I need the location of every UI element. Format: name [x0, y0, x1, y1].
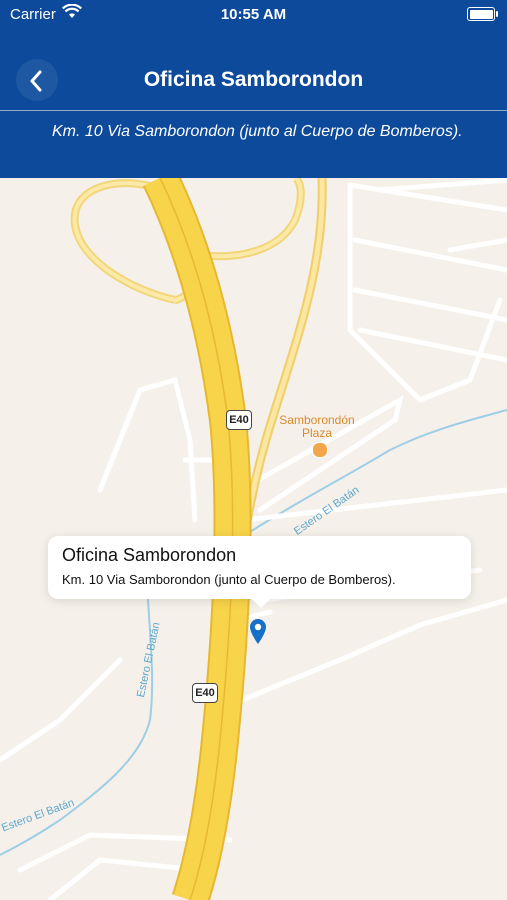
- callout-title: Oficina Samborondon: [62, 545, 237, 565]
- shopping-icon[interactable]: [312, 442, 328, 458]
- navigation-bar: Oficina Samborondon: [0, 52, 507, 110]
- callout-subtitle: Km. 10 Via Samborondon (junto al Cuerpo …: [62, 572, 396, 587]
- poi-label: Samborondón Plaza: [262, 414, 372, 440]
- highway-shield: E40: [192, 683, 218, 703]
- address-text: Km. 10 Via Samborondon (junto al Cuerpo …: [52, 123, 463, 140]
- header-divider: [0, 110, 507, 111]
- poi-name-line2: Plaza: [301, 426, 333, 440]
- highway-shield: E40: [226, 410, 252, 430]
- status-bar: Carrier 10:55 AM: [0, 0, 507, 30]
- map-callout[interactable]: Oficina Samborondon Km. 10 Via Samborond…: [48, 536, 471, 608]
- location-pin-icon[interactable]: [248, 617, 268, 645]
- page-title: Oficina Samborondon: [143, 68, 364, 91]
- header: Carrier 10:55 AM Oficina Samborondon Km.…: [0, 0, 507, 178]
- battery-icon: [467, 7, 498, 21]
- status-time: 10:55 AM: [220, 6, 287, 23]
- callout-pointer: [252, 599, 270, 608]
